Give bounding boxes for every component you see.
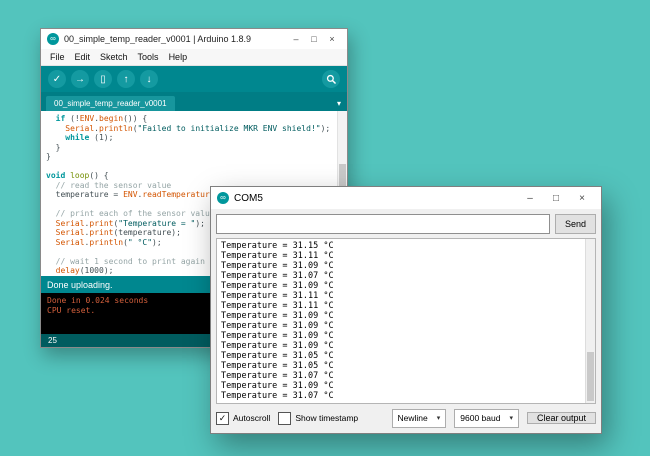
serial-minimize-button[interactable]: – [517,193,543,204]
line-number-indicator: 25 [48,336,57,345]
serial-window-controls: – □ × [517,193,595,204]
chevron-down-icon: ▾ [436,415,441,422]
checkbox-unchecked-icon [278,411,292,425]
serial-titlebar[interactable]: ∞ COM5 – □ × [211,187,601,209]
serial-scrollbar[interactable] [585,239,595,403]
serial-line: Temperature = 31.07 °C [221,371,334,381]
verify-icon: ✓ [52,73,62,85]
new-sketch-icon: ▯ [100,73,106,85]
serial-line: Temperature = 31.09 °C [221,261,334,271]
ide-toolbar: ✓ → ▯ ↑ ↓ [41,66,347,92]
serial-bottom-bar: ✓ Autoscroll Show timestamp Newline ▾ 96… [216,408,596,428]
tab-strip: 00_simple_temp_reader_v0001 ▾ [41,92,347,111]
ide-maximize-button[interactable]: □ [305,34,323,44]
clear-output-button[interactable]: Clear output [526,412,596,424]
open-icon: ↑ [123,73,129,85]
serial-maximize-button[interactable]: □ [543,193,569,204]
serial-line: Temperature = 31.09 °C [221,321,334,331]
serial-line: Temperature = 31.09 °C [221,331,334,341]
serial-monitor-button[interactable] [322,70,340,88]
line-ending-select[interactable]: Newline ▾ [391,408,447,428]
menu-help[interactable]: Help [164,52,193,62]
show-timestamp-checkbox[interactable]: Show timestamp [278,411,359,425]
serial-close-button[interactable]: × [569,193,595,204]
serial-line: Temperature = 31.09 °C [221,381,334,391]
serial-scrollbar-thumb[interactable] [587,351,594,401]
menu-file[interactable]: File [45,52,70,62]
arduino-logo-icon: ∞ [47,33,59,45]
serial-line: Temperature = 31.07 °C [221,271,334,281]
ide-window-controls: – □ × [287,34,341,44]
menu-sketch[interactable]: Sketch [95,52,133,62]
magnifier-icon [326,74,336,84]
serial-line: Temperature = 31.11 °C [221,251,334,261]
tab-list-dropdown-icon[interactable]: ▾ [331,99,347,111]
serial-monitor-window: ∞ COM5 – □ × Send Temperature = 31.15 °C… [210,186,602,434]
serial-line: Temperature = 31.11 °C [221,301,334,311]
code-line: Serial.println("Failed to initialize MKR… [65,123,331,133]
serial-line: Temperature = 31.09 °C [221,311,334,321]
baud-rate-value: 9600 baud [460,413,501,423]
menu-bar: File Edit Sketch Tools Help [41,49,347,66]
chevron-down-icon: ▾ [509,415,513,422]
serial-line: Temperature = 31.09 °C [221,341,334,351]
open-button[interactable]: ↑ [117,70,135,88]
code-line: } [46,142,61,152]
desktop: ∞ 00_simple_temp_reader_v0001 | Arduino … [0,0,650,456]
serial-line: Temperature = 31.05 °C [221,361,334,371]
tab-sketch[interactable]: 00_simple_temp_reader_v0001 [46,96,175,111]
code-line: void loop() { [46,171,109,180]
autoscroll-label: Autoscroll [233,413,271,423]
ide-window-title: 00_simple_temp_reader_v0001 | Arduino 1.… [64,34,251,44]
serial-line: Temperature = 31.09 °C [221,281,334,291]
serial-line: Temperature = 31.15 °C [221,241,334,251]
code-line: } [46,152,51,161]
line-ending-value: Newline [397,413,428,423]
menu-edit[interactable]: Edit [70,52,96,62]
send-row: Send [216,214,596,234]
new-sketch-button[interactable]: ▯ [94,70,112,88]
serial-line: Temperature = 31.07 °C [221,391,334,401]
autoscroll-checkbox[interactable]: ✓ Autoscroll [216,411,271,425]
code-line: while (1); [65,133,114,142]
ide-close-button[interactable]: × [323,34,341,44]
upload-button[interactable]: → [71,70,89,88]
serial-window-title: COM5 [234,192,263,204]
serial-line: Temperature = 31.05 °C [221,351,334,361]
send-button[interactable]: Send [554,214,596,234]
serial-body: Send Temperature = 31.15 °C Temperature =… [211,209,601,433]
serial-output: Temperature = 31.15 °C Temperature = 31.1… [216,238,596,404]
status-message: Done uploading. [47,279,113,290]
baud-rate-select[interactable]: 9600 baud ▾ [454,408,519,428]
show-timestamp-label: Show timestamp [295,413,359,423]
menu-tools[interactable]: Tools [133,52,164,62]
verify-button[interactable]: ✓ [48,70,66,88]
checkbox-checked-icon: ✓ [216,411,229,425]
serial-line: Temperature = 31.11 °C [221,291,334,301]
code-line: if (!ENV.begin()) { [55,114,148,123]
upload-icon: → [75,73,85,85]
serial-input[interactable] [216,214,550,234]
arduino-logo-icon: ∞ [217,192,229,204]
serial-output-lines: Temperature = 31.15 °C Temperature = 31.1… [221,241,581,401]
ide-minimize-button[interactable]: – [287,34,305,44]
save-icon: ↓ [146,73,152,85]
ide-titlebar[interactable]: ∞ 00_simple_temp_reader_v0001 | Arduino … [41,29,347,49]
save-button[interactable]: ↓ [140,70,158,88]
